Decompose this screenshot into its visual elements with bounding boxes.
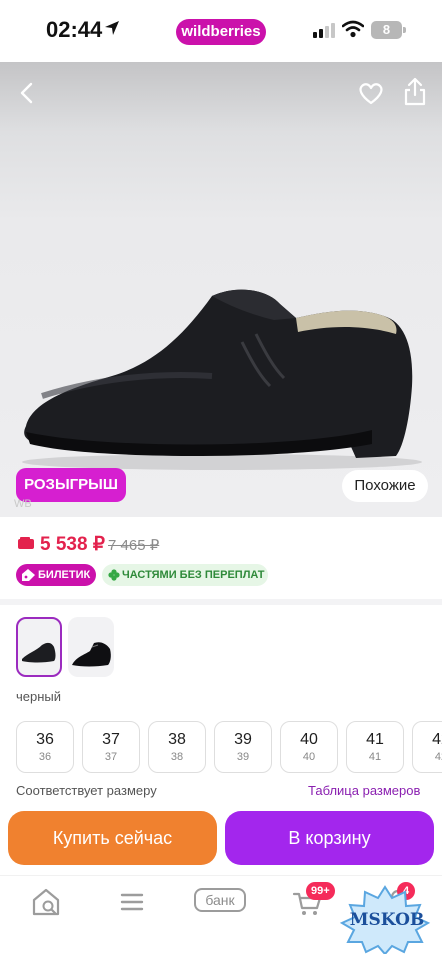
buy-now-button[interactable]: Купить сейчас bbox=[8, 811, 217, 865]
watermark-text: MSKOB bbox=[349, 910, 425, 930]
size-label: 37 bbox=[102, 731, 120, 748]
back-icon[interactable] bbox=[12, 78, 42, 108]
ticket-icon bbox=[22, 569, 35, 581]
similar-button[interactable]: Похожие bbox=[342, 470, 428, 502]
image-mark: WB bbox=[14, 498, 32, 510]
wifi-icon bbox=[342, 20, 364, 38]
status-time: 02:44 bbox=[46, 17, 103, 42]
size-option-41[interactable]: 41 41 bbox=[346, 721, 404, 773]
installment-tag[interactable]: ЧАСТЯМИ БЕЗ ПЕРЕПЛАТ bbox=[102, 564, 268, 586]
color-option[interactable] bbox=[68, 617, 114, 677]
size-sublabel: 41 bbox=[368, 751, 382, 763]
signal-icon bbox=[313, 23, 335, 38]
size-sublabel: 38 bbox=[170, 751, 184, 763]
size-list: 36 36 37 37 38 38 39 39 40 40 41 41 42 4… bbox=[16, 721, 442, 773]
clover-icon bbox=[108, 569, 120, 581]
share-icon[interactable] bbox=[400, 76, 430, 108]
size-sublabel: 36 bbox=[38, 751, 52, 763]
battery-icon: 8 bbox=[371, 21, 402, 39]
color-name: черный bbox=[16, 689, 62, 704]
size-label: 36 bbox=[36, 731, 54, 748]
catalog-icon[interactable] bbox=[114, 886, 150, 918]
size-sublabel: 42 bbox=[434, 751, 442, 763]
shoe-thumbnail bbox=[72, 642, 111, 667]
size-sublabel: 39 bbox=[236, 751, 250, 763]
size-option-38[interactable]: 38 38 bbox=[148, 721, 206, 773]
size-sublabel: 40 bbox=[302, 751, 316, 763]
size-label: 42 bbox=[432, 731, 442, 748]
size-option-42[interactable]: 42 42 bbox=[412, 721, 442, 773]
home-search-icon[interactable] bbox=[28, 886, 64, 918]
bank-icon[interactable]: банк bbox=[194, 888, 246, 912]
product-image[interactable]: РОЗЫГРЫШ Похожие WB bbox=[0, 62, 442, 517]
shoe-thumbnail bbox=[22, 642, 56, 663]
size-label: 39 bbox=[234, 731, 252, 748]
ticket-tag[interactable]: БИЛЕТИК bbox=[16, 564, 96, 586]
size-label: 38 bbox=[168, 731, 186, 748]
location-arrow-icon bbox=[105, 21, 119, 35]
size-sublabel: 37 bbox=[104, 751, 118, 763]
add-to-cart-button[interactable]: В корзину bbox=[225, 811, 434, 865]
size-option-39[interactable]: 39 39 bbox=[214, 721, 272, 773]
price-section: 5 538 ₽ 7 465 ₽ БИЛЕТИК ЧАСТЯМИ БЕЗ ПЕРЕ… bbox=[0, 517, 442, 599]
heart-icon[interactable] bbox=[356, 78, 386, 108]
price-current: 5 538 ₽ bbox=[40, 534, 105, 555]
shoe-image bbox=[22, 289, 422, 470]
size-table-link[interactable]: Таблица размеров bbox=[308, 783, 420, 798]
cart-badge: 99+ bbox=[306, 882, 335, 900]
installment-label: ЧАСТЯМИ БЕЗ ПЕРЕПЛАТ bbox=[122, 569, 265, 581]
brand-logo: wildberries bbox=[176, 19, 266, 45]
size-option-37[interactable]: 37 37 bbox=[82, 721, 140, 773]
action-bar: Купить сейчас В корзину bbox=[0, 803, 442, 875]
wallet-icon bbox=[18, 537, 34, 549]
color-option-selected[interactable] bbox=[16, 617, 62, 677]
battery-tip bbox=[403, 27, 406, 33]
size-fit-note: Соответствует размеру bbox=[16, 783, 157, 798]
size-label: 40 bbox=[300, 731, 318, 748]
price-old: 7 465 ₽ bbox=[108, 537, 160, 554]
promo-badge[interactable]: РОЗЫГРЫШ bbox=[16, 468, 126, 502]
size-label: 41 bbox=[366, 731, 384, 748]
size-option-40[interactable]: 40 40 bbox=[280, 721, 338, 773]
size-option-36[interactable]: 36 36 bbox=[16, 721, 74, 773]
ticket-label: БИЛЕТИК bbox=[38, 569, 91, 581]
status-bar: 02:44 wildberries 8 bbox=[0, 0, 442, 62]
options-section: черный 36 36 37 37 38 38 39 39 40 40 41 … bbox=[0, 605, 442, 803]
